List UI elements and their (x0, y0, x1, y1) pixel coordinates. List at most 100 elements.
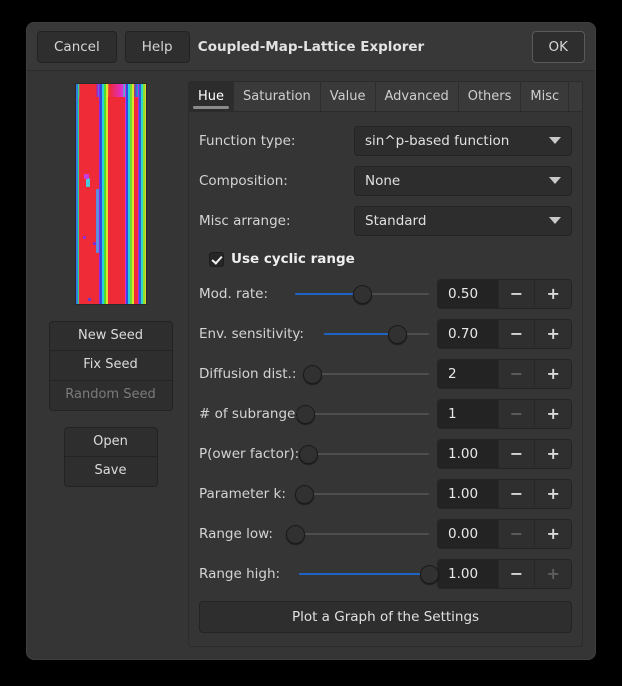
preview-blip (84, 174, 89, 179)
range-high-increment-button: + (534, 560, 571, 588)
range-high-decrement-button[interactable]: − (498, 560, 535, 588)
of-subranges-label: # of subranges: (199, 406, 293, 422)
tab-hue[interactable]: Hue (189, 82, 234, 111)
preview-blip (86, 178, 90, 187)
parameter-k-label: Parameter k: (199, 486, 293, 502)
p-ower-factor-value-input[interactable]: 1.00 (438, 440, 498, 468)
plus-icon: + (546, 486, 559, 502)
ok-button[interactable]: OK (532, 31, 585, 63)
combo-section: Function type:sin^p-based functionCompos… (199, 124, 572, 244)
plus-icon: + (546, 366, 559, 382)
range-high-label: Range high: (199, 566, 293, 582)
tab-bar: HueSaturationValueAdvancedOthersMisc (189, 82, 582, 112)
tab-bar-filler (569, 82, 583, 111)
of-subranges-increment-button[interactable]: + (534, 400, 571, 428)
hue-tab-page: Function type:sin^p-based functionCompos… (189, 112, 582, 646)
preview-stripe (106, 84, 108, 304)
help-button[interactable]: Help (125, 31, 190, 63)
p-ower-factor-slider[interactable] (295, 441, 429, 467)
env-sensitivity-value-input[interactable]: 0.70 (438, 320, 498, 348)
range-high-spinbutton: 1.00−+ (437, 559, 572, 589)
of-subranges-spinbutton: 1− + (437, 399, 572, 429)
mod-rate-decrement-button[interactable]: − (498, 280, 535, 308)
env-sensitivity-increment-button[interactable]: + (534, 320, 571, 348)
tab-saturation[interactable]: Saturation (234, 82, 321, 111)
cancel-button[interactable]: Cancel (37, 31, 117, 63)
diffusion-dist-value-input[interactable]: 2 (438, 360, 498, 388)
mod-rate-value-input[interactable]: 0.50 (438, 280, 498, 308)
slider-handle[interactable] (286, 525, 305, 544)
io-save-button[interactable]: Save (64, 457, 158, 487)
range-low-increment-button[interactable]: + (534, 520, 571, 548)
plus-icon: + (546, 406, 559, 422)
row-env-sensitivity: Env. sensitivity:0.70−+ (199, 317, 572, 351)
composition-dropdown[interactable]: None (354, 166, 572, 196)
slider-handle[interactable] (353, 285, 372, 304)
parameter-k-decrement-button[interactable]: − (498, 480, 535, 508)
sidebar: New SeedFix SeedRandom Seed OpenSave (39, 81, 182, 647)
misc-arrange-dropdown[interactable]: Standard (354, 206, 572, 236)
env-sensitivity-slider[interactable] (295, 321, 429, 347)
minus-icon: − (510, 406, 523, 422)
row-diffusion-dist: Diffusion dist.: 2− + (199, 357, 572, 391)
mod-rate-label: Mod. rate: (199, 286, 293, 302)
tab-value[interactable]: Value (321, 82, 376, 111)
preview-blip (88, 298, 91, 301)
of-subranges-decrement-button: − (498, 400, 535, 428)
slider-handle[interactable] (296, 405, 315, 424)
tab-misc[interactable]: Misc (521, 82, 569, 111)
row-range-low: Range low:0.00−+ (199, 517, 572, 551)
slider-handle[interactable] (388, 325, 407, 344)
diffusion-dist-label: Diffusion dist.: (199, 366, 293, 382)
parameter-k-increment-button[interactable]: + (534, 480, 571, 508)
seed-new-seed-button[interactable]: New Seed (49, 321, 173, 351)
preview-stripe (145, 84, 146, 304)
plus-icon: + (546, 286, 559, 302)
diffusion-dist-increment-button[interactable]: + (534, 360, 571, 388)
seed-fix-seed-button[interactable]: Fix Seed (49, 351, 173, 381)
range-low-slider[interactable] (295, 521, 429, 547)
parameter-k-value-input[interactable]: 1.00 (438, 480, 498, 508)
use-cyclic-range-label: Use cyclic range (231, 251, 355, 267)
minus-icon: − (510, 366, 523, 382)
slider-handle[interactable] (420, 565, 439, 584)
range-low-value-input[interactable]: 0.00 (438, 520, 498, 548)
row-of-subranges: # of subranges: 1− + (199, 397, 572, 431)
range-low-decrement-button: − (498, 520, 535, 548)
p-ower-factor-label: P(ower factor): (199, 446, 293, 462)
p-ower-factor-increment-button[interactable]: + (534, 440, 571, 468)
seed-button-group: New SeedFix SeedRandom Seed (49, 321, 173, 411)
slider-handle[interactable] (295, 485, 314, 504)
function-type-dropdown[interactable]: sin^p-based function (354, 126, 572, 156)
dialog-body: New SeedFix SeedRandom Seed OpenSave Hue… (27, 71, 595, 659)
p-ower-factor-spinbutton: 1.00−+ (437, 439, 572, 469)
io-open-button[interactable]: Open (64, 427, 158, 457)
env-sensitivity-decrement-button[interactable]: − (498, 320, 535, 348)
slider-handle[interactable] (303, 365, 322, 384)
range-high-value-input[interactable]: 1.00 (438, 560, 498, 588)
tab-others[interactable]: Others (459, 82, 522, 111)
use-cyclic-range-checkbox[interactable] (209, 252, 224, 267)
mod-rate-slider[interactable] (295, 281, 429, 307)
diffusion-dist-slider[interactable] (295, 361, 429, 387)
slider-handle[interactable] (299, 445, 318, 464)
slider-trough (312, 373, 429, 375)
row-misc-arrange: Misc arrange:Standard (199, 204, 572, 237)
parameter-k-slider[interactable] (295, 481, 429, 507)
parameter-k-spinbutton: 1.00−+ (437, 479, 572, 509)
plot-graph-button[interactable]: Plot a Graph of the Settings (199, 601, 572, 633)
dialog-window: Cancel Help Coupled-Map-Lattice Explorer… (26, 22, 596, 660)
p-ower-factor-decrement-button[interactable]: − (498, 440, 535, 468)
tab-advanced[interactable]: Advanced (376, 82, 459, 111)
minus-icon: − (510, 526, 523, 542)
range-high-slider[interactable] (295, 561, 429, 587)
chevron-down-icon (549, 137, 561, 144)
mod-rate-increment-button[interactable]: + (534, 280, 571, 308)
function-type-label: Function type: (199, 133, 354, 149)
preview-stripe (78, 84, 79, 304)
composition-value: None (365, 173, 543, 189)
of-subranges-slider[interactable] (295, 401, 429, 427)
of-subranges-value-input[interactable]: 1 (438, 400, 498, 428)
use-cyclic-range-row[interactable]: Use cyclic range (209, 247, 572, 271)
mod-rate-spinbutton: 0.50−+ (437, 279, 572, 309)
